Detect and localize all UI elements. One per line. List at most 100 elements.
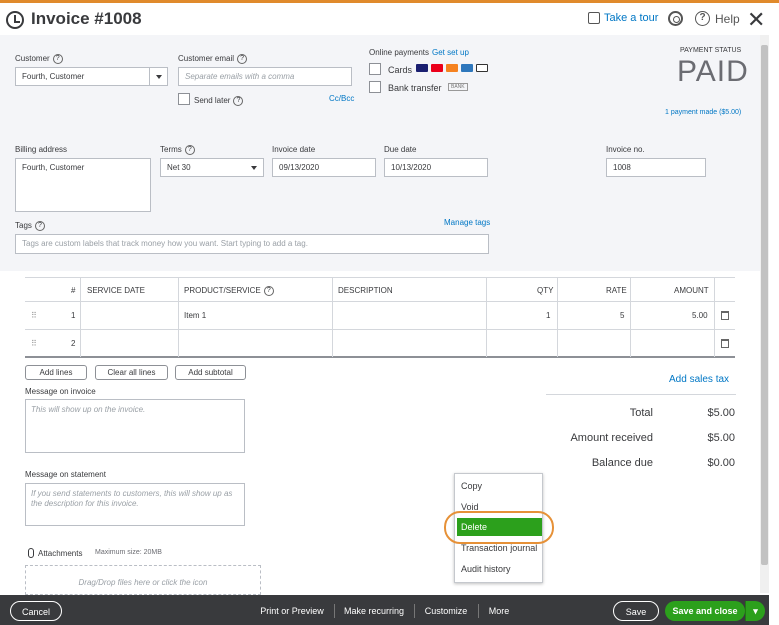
cancel-button[interactable]: Cancel	[10, 601, 62, 621]
take-tour-label: Take a tour	[604, 12, 659, 24]
col-header-num: #	[71, 286, 76, 295]
col-divider	[557, 277, 558, 357]
mastercard-icon	[431, 64, 443, 72]
trash-icon[interactable]	[721, 311, 729, 320]
card-brands	[416, 64, 488, 72]
total-label: Total	[629, 407, 653, 419]
col-header-rate: RATE	[606, 286, 627, 295]
message-invoice-input[interactable]: This will show up on the invoice.	[25, 399, 245, 453]
drag-handle-icon[interactable]: ⠿	[31, 311, 39, 320]
terms-label: Terms?	[160, 145, 195, 155]
bank-transfer-checkbox[interactable]	[369, 81, 381, 93]
chevron-down-icon[interactable]: ▾	[745, 601, 765, 621]
row-product[interactable]: Item 1	[184, 311, 206, 320]
due-date-input[interactable]: 10/13/2020	[384, 158, 488, 177]
amount-received-label: Amount received	[570, 432, 653, 444]
payments-made-link[interactable]: 1 payment made ($5.00)	[665, 109, 741, 116]
help-icon[interactable]: ?	[184, 145, 195, 155]
more-button[interactable]: More	[484, 601, 514, 621]
customize-button[interactable]: Customize	[420, 601, 472, 621]
top-bar: Invoice #1008 Take a tour ? Help ✕	[0, 3, 770, 35]
menu-item-transaction-journal[interactable]: Transaction journal	[461, 543, 537, 553]
highlight-annotation	[444, 511, 554, 544]
page-title: Invoice #1008	[31, 9, 142, 28]
table-row-border	[25, 329, 735, 330]
print-preview-button[interactable]: Print or Preview	[256, 601, 328, 621]
col-divider	[332, 277, 333, 357]
get-set-up-link[interactable]: Get set up	[432, 48, 469, 57]
cards-label: Cards	[388, 65, 413, 75]
cards-checkbox[interactable]	[369, 63, 381, 75]
tags-input[interactable]: Tags are custom labels that track money …	[15, 234, 489, 254]
visa-icon	[416, 64, 428, 72]
paperclip-icon[interactable]	[28, 548, 34, 558]
total-value: $5.00	[707, 407, 735, 419]
add-subtotal-button[interactable]: Add subtotal	[175, 365, 246, 380]
billing-address-input[interactable]: Fourth, Customer	[15, 158, 151, 212]
help-icon: ?	[695, 11, 710, 26]
bank-icon: BANK	[448, 83, 468, 91]
col-divider	[178, 277, 179, 357]
col-divider	[714, 277, 715, 357]
add-sales-tax-link[interactable]: Add sales tax	[669, 374, 729, 385]
table-bottom-border	[25, 356, 735, 358]
help-icon[interactable]: ?	[263, 286, 274, 296]
drag-handle-icon[interactable]: ⠿	[31, 339, 39, 348]
customer-value: Fourth, Customer	[22, 72, 85, 81]
balance-due-value: $0.00	[707, 457, 735, 469]
trash-icon[interactable]	[721, 339, 729, 348]
col-header-qty: QTY	[537, 286, 554, 295]
col-divider	[486, 277, 487, 357]
help-icon[interactable]: ?	[52, 54, 63, 64]
save-and-close-button[interactable]: Save and close	[665, 601, 745, 621]
add-lines-button[interactable]: Add lines	[25, 365, 87, 380]
customer-email-input[interactable]: Separate emails with a comma	[178, 67, 352, 86]
row-rate[interactable]: 5	[620, 311, 624, 320]
gear-icon[interactable]	[668, 11, 683, 26]
row-num: 2	[71, 339, 76, 348]
menu-item-copy[interactable]: Copy	[461, 481, 482, 491]
chevron-down-icon[interactable]	[149, 68, 167, 85]
menu-item-audit-history[interactable]: Audit history	[461, 564, 511, 574]
help-icon[interactable]: ?	[34, 221, 45, 231]
invoice-no-input[interactable]: 1008	[606, 158, 706, 177]
customer-select[interactable]: Fourth, Customer	[15, 67, 168, 86]
row-qty[interactable]: 1	[546, 311, 550, 320]
recent-transactions-icon[interactable]	[6, 11, 24, 29]
clear-all-lines-button[interactable]: Clear all lines	[95, 365, 168, 380]
invoice-date-input[interactable]: 09/13/2020	[272, 158, 376, 177]
save-button[interactable]: Save	[613, 601, 659, 621]
totals-divider	[546, 394, 736, 395]
amex-icon	[461, 64, 473, 72]
table-top-border	[25, 277, 735, 278]
scrollbar-thumb[interactable]	[761, 45, 768, 565]
message-statement-input[interactable]: If you send statements to customers, thi…	[25, 483, 245, 526]
message-statement-label: Message on statement	[25, 470, 106, 479]
scrollbar[interactable]	[760, 35, 769, 593]
attachments-label: Attachments	[28, 548, 82, 558]
row-amount[interactable]: 5.00	[692, 311, 708, 320]
attachments-dropzone[interactable]: Drag/Drop files here or click the icon	[25, 565, 261, 595]
cc-bcc-link[interactable]: Cc/Bcc	[329, 94, 354, 103]
bank-transfer-label: Bank transfer	[388, 83, 442, 93]
footer-divider	[334, 604, 335, 618]
col-header-product: PRODUCT/SERVICE?	[184, 286, 274, 296]
make-recurring-button[interactable]: Make recurring	[340, 601, 408, 621]
terms-select[interactable]: Net 30	[160, 158, 264, 177]
invoice-page: Invoice #1008 Take a tour ? Help ✕ Custo…	[0, 0, 779, 625]
attachments-text: Attachments	[38, 548, 83, 558]
online-payments-label: Online payments	[369, 48, 430, 57]
message-invoice-label: Message on invoice	[25, 387, 96, 396]
balance-due-label: Balance due	[591, 457, 653, 469]
manage-tags-link[interactable]: Manage tags	[444, 218, 490, 227]
help-button[interactable]: ? Help	[695, 11, 740, 26]
row-num: 1	[71, 311, 76, 320]
send-later-checkbox[interactable]	[178, 93, 190, 105]
take-tour-link[interactable]: Take a tour	[588, 12, 658, 24]
col-header-amount: AMOUNT	[674, 286, 709, 295]
close-icon[interactable]: ✕	[747, 7, 765, 33]
chevron-down-icon[interactable]	[245, 159, 263, 176]
help-icon[interactable]: ?	[233, 96, 244, 106]
help-icon[interactable]: ?	[237, 54, 248, 64]
send-later-label: Send later?	[194, 96, 244, 106]
